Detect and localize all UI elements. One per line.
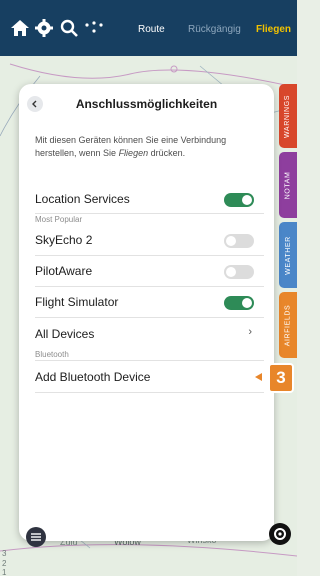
flight-simulator-toggle[interactable] [224,296,254,310]
more-icon[interactable] [82,16,106,40]
device-row-skyecho: SkyEcho 2 [35,225,264,256]
chevron-right-icon: › [248,326,252,338]
settings-icon[interactable] [32,16,56,40]
tab-notam[interactable]: NOTAM [279,152,297,218]
device-row-flight-simulator: Flight Simulator [35,287,264,318]
location-services-toggle[interactable] [224,193,254,207]
section-bluetooth: Bluetooth [35,350,69,359]
description-emphasis: Fliegen [118,148,149,158]
panel-title: Anschlussmöglichkeiten [75,97,218,111]
tab-airfields[interactable]: AIRFIELDS [279,292,297,358]
pilotaware-toggle[interactable] [224,265,254,279]
panel-header: Anschlussmöglichkeiten [19,84,274,124]
section-most-popular: Most Popular [35,215,83,224]
scale-tick: 2 [2,559,7,568]
tab-weather-label: WEATHER [284,235,292,275]
back-button[interactable] [27,96,43,112]
device-label: SkyEcho 2 [35,233,93,247]
tab-warnings[interactable]: WARNINGS [279,84,297,148]
tab-weather[interactable]: WEATHER [279,222,297,288]
connections-panel: Anschlussmöglichkeiten Mit diesen Geräte… [19,84,274,541]
home-icon[interactable] [8,16,32,40]
top-toolbar: Route Rückgängig Fliegen [0,0,297,56]
callout-pointer [255,373,262,381]
all-devices-label: All Devices [35,326,95,341]
fly-button[interactable]: Fliegen [256,24,291,35]
route-button[interactable]: Route [138,24,165,35]
undo-button[interactable]: Rückgängig [188,24,241,35]
device-label: Flight Simulator [35,295,119,309]
skyecho-toggle[interactable] [224,234,254,248]
tab-warnings-label: WARNINGS [284,94,292,138]
menu-icon [31,533,41,541]
add-bluetooth-label: Add Bluetooth Device [35,369,151,384]
tab-notam-label: NOTAM [284,171,292,199]
all-devices-row[interactable]: All Devices › [35,318,264,349]
menu-button[interactable] [26,527,46,547]
location-services-row: Location Services [35,184,264,214]
scale-tick: 3 [2,549,7,558]
tab-airfields-label: AIRFIELDS [284,304,292,346]
step-callout: 3 [268,363,294,393]
device-label: PilotAware [35,264,93,278]
device-row-pilotaware: PilotAware [35,256,264,287]
locate-button[interactable] [269,523,291,545]
target-icon [274,528,286,540]
chevron-left-icon [32,100,37,108]
location-services-label: Location Services [35,191,130,206]
panel-description: Mit diesen Geräten können Sie eine Verbi… [19,124,274,184]
add-bluetooth-row[interactable]: Add Bluetooth Device [35,360,264,393]
scale-tick: 1 [2,568,7,576]
description-text-end: drücken. [148,148,186,158]
search-icon[interactable] [57,16,81,40]
